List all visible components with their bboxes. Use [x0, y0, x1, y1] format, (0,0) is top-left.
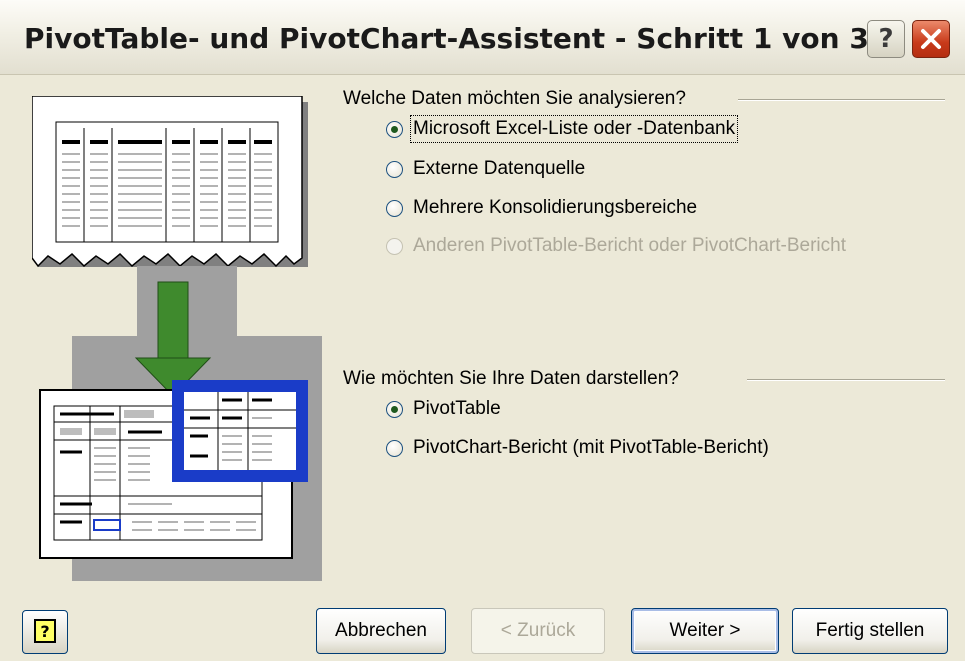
- help-icon: ?: [34, 619, 56, 643]
- cancel-button[interactable]: Abbrechen: [316, 608, 446, 654]
- radio-pivottable-label[interactable]: PivotTable: [413, 398, 501, 420]
- close-icon: [921, 29, 941, 49]
- radio-pivottable[interactable]: PivotTable: [386, 395, 501, 423]
- radio-excel-list-button[interactable]: [386, 120, 403, 138]
- title-help-button[interactable]: ?: [867, 20, 905, 58]
- close-button[interactable]: [912, 20, 950, 58]
- radio-external-source-button[interactable]: [386, 160, 403, 178]
- question-mark-icon: ?: [878, 24, 894, 54]
- radio-pivottable-button[interactable]: [386, 400, 403, 418]
- radio-pivotchart-label[interactable]: PivotChart-Bericht (mit PivotTable-Beric…: [413, 437, 769, 459]
- radio-other-pivot-report: Anderen PivotTable-Bericht oder PivotCha…: [386, 232, 846, 260]
- wizard-illustration: [32, 96, 322, 581]
- radio-external-source-label[interactable]: Externe Datenquelle: [413, 158, 585, 180]
- next-button[interactable]: Weiter >: [631, 608, 779, 654]
- data-source-group-label: Welche Daten möchten Sie analysieren?: [343, 88, 686, 109]
- radio-other-pivot-report-label: Anderen PivotTable-Bericht oder PivotCha…: [413, 235, 846, 256]
- help-button[interactable]: ?: [22, 610, 68, 654]
- radio-pivotchart-button[interactable]: [386, 439, 403, 457]
- pivot-wizard-dialog: PivotTable- und PivotChart-Assistent - S…: [0, 0, 965, 661]
- radio-consolidation-ranges-button[interactable]: [386, 199, 403, 217]
- radio-excel-list[interactable]: Microsoft Excel-Liste oder -Datenbank: [386, 115, 739, 143]
- radio-other-pivot-report-button: [386, 237, 403, 255]
- radio-consolidation-ranges-label[interactable]: Mehrere Konsolidierungsbereiche: [413, 197, 697, 219]
- radio-external-source[interactable]: Externe Datenquelle: [386, 155, 585, 183]
- radio-pivotchart[interactable]: PivotChart-Bericht (mit PivotTable-Beric…: [386, 434, 769, 462]
- window-title: PivotTable- und PivotChart-Assistent - S…: [24, 22, 869, 55]
- highlight-box-icon: [172, 380, 308, 482]
- source-list-icon: [32, 96, 308, 268]
- report-type-group-label: Wie möchten Sie Ihre Daten darstellen?: [343, 368, 679, 389]
- finish-button[interactable]: Fertig stellen: [792, 608, 948, 654]
- back-button: < Zurück: [471, 608, 605, 654]
- radio-consolidation-ranges[interactable]: Mehrere Konsolidierungsbereiche: [386, 194, 697, 222]
- title-bar[interactable]: PivotTable- und PivotChart-Assistent - S…: [0, 0, 965, 75]
- group-divider: [747, 379, 945, 381]
- radio-excel-list-label[interactable]: Microsoft Excel-Liste oder -Datenbank: [409, 115, 739, 143]
- group-divider: [738, 99, 945, 101]
